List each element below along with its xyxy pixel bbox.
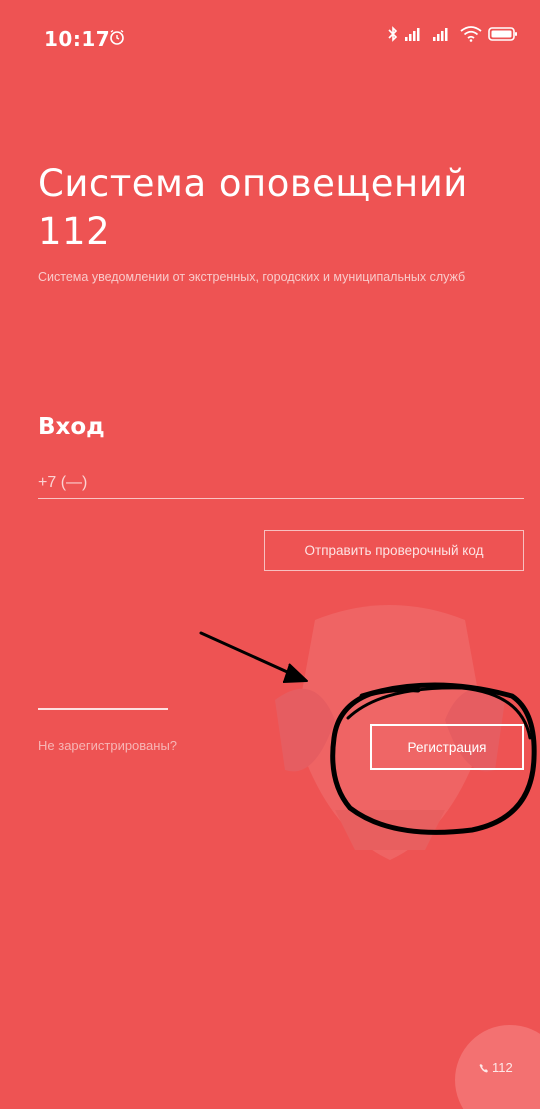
phone-icon xyxy=(479,1063,488,1072)
wifi-icon xyxy=(460,26,482,42)
emergency-call-fab[interactable]: 112 xyxy=(455,1025,540,1109)
phone-input[interactable] xyxy=(38,470,524,499)
status-bar: 10:17 xyxy=(0,0,540,72)
login-heading: Вход xyxy=(38,414,105,440)
page-subtitle: Система уведомлении от экстренных, город… xyxy=(38,270,466,284)
send-code-button[interactable]: Отправить проверочный код xyxy=(264,530,524,571)
status-icons xyxy=(388,26,518,42)
page-title: Система оповещений 112 xyxy=(38,162,468,253)
app-screen: 10:17 Система оповещений 112 Система уве… xyxy=(0,0,540,1109)
not-registered-label: Не зарегистрированы? xyxy=(38,738,178,753)
signal-icon xyxy=(405,28,420,41)
fab-label: 112 xyxy=(492,1060,513,1075)
alarm-icon xyxy=(110,29,124,45)
signal-icon xyxy=(433,28,448,41)
fab-content: 112 xyxy=(479,1060,513,1075)
status-time: 10:17 xyxy=(44,27,111,51)
annotation-arrow xyxy=(199,631,308,683)
annotation-circle xyxy=(330,682,537,835)
divider xyxy=(38,708,168,710)
battery-icon xyxy=(488,27,517,41)
bluetooth-icon xyxy=(388,26,398,42)
